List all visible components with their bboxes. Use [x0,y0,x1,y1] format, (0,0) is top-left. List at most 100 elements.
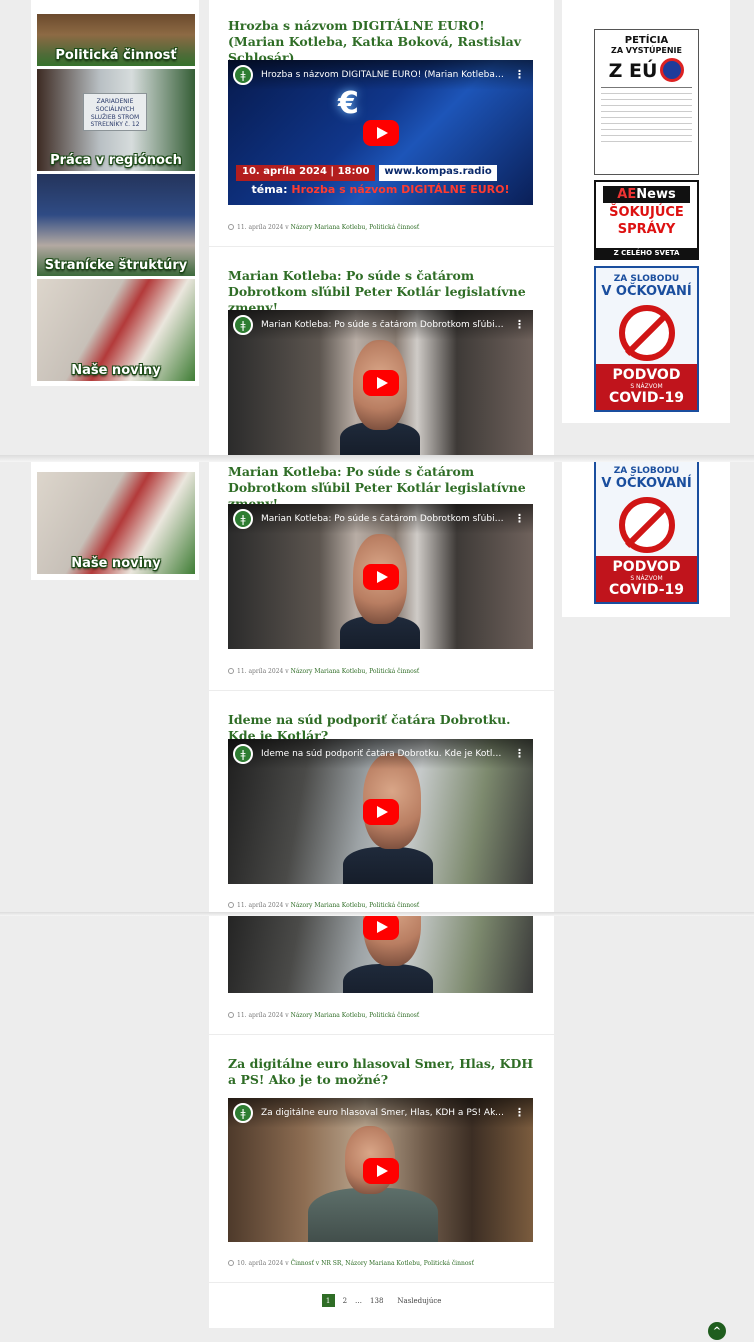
region-sign: ZARIADENIE SOCIÁLNYCH SLUŽIEB STROM STRE… [83,93,147,131]
no-syringe-icon [618,497,675,553]
video-header: ǂ Marian Kotleba: Po súde s čatárom Dobr… [228,504,533,534]
video-menu-icon[interactable]: ⋮ [514,318,525,332]
eu-flag-icon [660,58,685,82]
petition-banner[interactable]: PETÍCIA ZA VYSTÚPENIE Z EÚ [594,29,699,175]
vaccination-freedom-banner[interactable]: ZA SLOBODU V OČKOVANÍ PODVOD S NÁZVOM CO… [594,266,699,412]
post-date: 11. apríla 2024 [237,224,284,231]
aenews-line1: ŠOKUJÚCE [609,205,684,220]
channel-logo-icon[interactable]: ǂ [233,1103,253,1123]
video-title[interactable]: Marian Kotleba: Po súde s čatárom Dobrot… [261,514,506,524]
banner-praca-v-regionoch[interactable]: ZARIADENIE SOCIÁLNYCH SLUŽIEB STROM STRE… [37,69,195,171]
vax-red-panel: PODVOD S NÁZVOM COVID-19 [596,364,697,410]
video-header: ǂ Ideme na súd podporiť čatára Dobrotku.… [228,739,533,769]
next-page-link[interactable]: Nasledujúce [397,1297,441,1305]
video-embed[interactable]: € ǂ Hrozba s názvom DIGITÁLNE EURO! (Mar… [228,60,533,205]
clock-icon [228,224,234,230]
video-embed[interactable] [228,916,533,993]
no-syringe-icon [618,305,675,361]
post-categories-link[interactable]: Názory Mariana Kotlebu, Politická činnos… [291,224,420,231]
channel-logo-icon[interactable]: ǂ [233,315,253,335]
channel-logo-icon[interactable]: ǂ [233,65,253,85]
banner-label: Politická činnosť [55,48,177,63]
play-button-icon[interactable] [363,1158,399,1184]
video-menu-icon[interactable]: ⋮ [514,68,525,82]
post-meta: 11. apríla 2024 v Názory Mariana Kotlebu… [228,668,419,675]
post-meta: 11. apríla 2024 v Názory Mariana Kotlebu… [228,902,419,909]
vax-red2: S NÁZVOM [630,575,663,582]
video-menu-icon[interactable]: ⋮ [514,1106,525,1120]
topic-text: Hrozba s názvom DIGITÁLNE EURO! [291,183,510,196]
video-embed[interactable]: ǂ Marian Kotleba: Po súde s čatárom Dobr… [228,310,533,455]
thumbnail-date: 10. apríla 2024 | 18:00 [236,165,376,181]
video-header: ǂ Za digitálne euro hlasoval Smer, Hlas,… [228,1098,533,1128]
play-button-icon[interactable] [363,370,399,396]
post-date: 11. apríla 2024 [237,902,284,909]
thumbnail-topic: téma: Hrozba s názvom DIGITÁLNE EURO! [228,183,533,196]
channel-logo-icon[interactable]: ǂ [233,744,253,764]
post-categories-link[interactable]: Názory Mariana Kotlebu, Politická činnos… [291,1012,420,1019]
post-title-link[interactable]: Hrozba s názvom DIGITÁLNE EURO! (Marian … [228,18,538,66]
vax-line2: V OČKOVANÍ [601,284,692,299]
video-menu-icon[interactable]: ⋮ [514,747,525,761]
pagination: 1 2 … 138 Nasledujúce [209,1294,554,1307]
main-content: Hrozba s názvom DIGITÁLNE EURO! (Marian … [209,0,554,455]
video-embed[interactable]: ǂ Ideme na súd podporiť čatára Dobrotku.… [228,739,533,884]
page-current[interactable]: 1 [321,1294,335,1307]
vax-red1: PODVOD [612,559,681,575]
scroll-frame-1: Politická činnosť ZARIADENIE SOCIÁLNYCH … [0,0,754,455]
channel-logo-icon[interactable]: ǂ [233,509,253,529]
banner-label: Práca v regiónoch [50,153,182,168]
banner-politicka-cinnost[interactable]: Politická činnosť [37,14,195,66]
page-ellipsis: … [355,1296,363,1305]
video-embed[interactable]: ǂ Za digitálne euro hlasoval Smer, Hlas,… [228,1098,533,1242]
petition-form-lines [601,87,692,147]
page-last-link[interactable]: 138 [370,1297,383,1305]
post-meta: 11. apríla 2024 v Názory Mariana Kotlebu… [228,224,419,231]
thumbnail-person [308,1188,438,1242]
post-categories-link[interactable]: Činnosť v NR SR, Názory Mariana Kotlebu,… [291,1260,474,1267]
clock-icon [228,1012,234,1018]
back-to-top-button[interactable]: ^ [708,1322,726,1340]
post-meta: 11. apríla 2024 v Názory Mariana Kotlebu… [228,1012,419,1019]
aenews-banner[interactable]: AENews ŠOKUJÚCE SPRÁVY Z CELÉHO SVETA [594,180,699,260]
post-meta: 10. apríla 2024 v Činnosť v NR SR, Názor… [228,1260,474,1267]
divider [209,690,554,691]
page-2-link[interactable]: 2 [343,1297,347,1305]
video-title[interactable]: Marian Kotleba: Po súde s čatárom Dobrot… [261,320,506,330]
play-button-icon[interactable] [363,564,399,590]
thumbnail-person [343,964,433,993]
banner-label: Naše noviny [71,556,161,571]
banner-label: Stranícke štruktúry [44,258,188,273]
post-categories-link[interactable]: Názory Mariana Kotlebu, Politická činnos… [291,902,420,909]
post-date: 11. apríla 2024 [237,668,284,675]
video-title[interactable]: Za digitálne euro hlasoval Smer, Hlas, K… [261,1108,506,1118]
petition-line2: ZA VYSTÚPENIE [611,46,682,55]
video-title[interactable]: Hrozba s názvom DIGITÁLNE EURO! (Marian … [261,70,506,80]
meta-in: v [285,1012,289,1019]
video-menu-icon[interactable]: ⋮ [514,512,525,526]
thumbnail-site: www.kompas.radio [379,165,497,181]
play-button-icon[interactable] [363,120,399,146]
video-title[interactable]: Ideme na súd podporiť čatára Dobrotku. K… [261,749,506,759]
left-sidebar: Naše noviny [31,462,199,580]
aenews-line3: Z CELÉHO SVETA [596,248,697,258]
thumbnail-date-strip: 10. apríla 2024 | 18:00 www.kompas.radio [236,165,533,181]
post-title-link[interactable]: Marian Kotleba: Po súde s čatárom Dobrot… [228,268,538,316]
banner-label: Naše noviny [71,363,161,378]
play-button-icon[interactable] [363,799,399,825]
thumbnail-person [343,847,433,884]
vax-red3: COVID-19 [608,390,685,406]
meta-in: v [285,668,289,675]
clock-icon [228,668,234,674]
post-title-link[interactable]: Za digitálne euro hlasoval Smer, Hlas, K… [228,1056,538,1088]
banner-nase-noviny[interactable]: Naše noviny [37,472,195,574]
right-sidebar: ZA SLOBODU V OČKOVANÍ PODVOD S NÁZVOM CO… [562,462,730,617]
video-embed[interactable]: ǂ Marian Kotleba: Po súde s čatárom Dobr… [228,504,533,649]
vaccination-freedom-banner[interactable]: ZA SLOBODU V OČKOVANÍ PODVOD S NÁZVOM CO… [594,462,699,604]
post-categories-link[interactable]: Názory Mariana Kotlebu, Politická činnos… [291,668,420,675]
meta-in: v [285,224,289,231]
banner-stranicke-struktury[interactable]: Stranícke štruktúry [37,174,195,276]
banner-nase-noviny[interactable]: Naše noviny [37,279,195,381]
play-button-icon[interactable] [363,916,399,940]
vax-red-panel: PODVOD S NÁZVOM COVID-19 [596,556,697,602]
